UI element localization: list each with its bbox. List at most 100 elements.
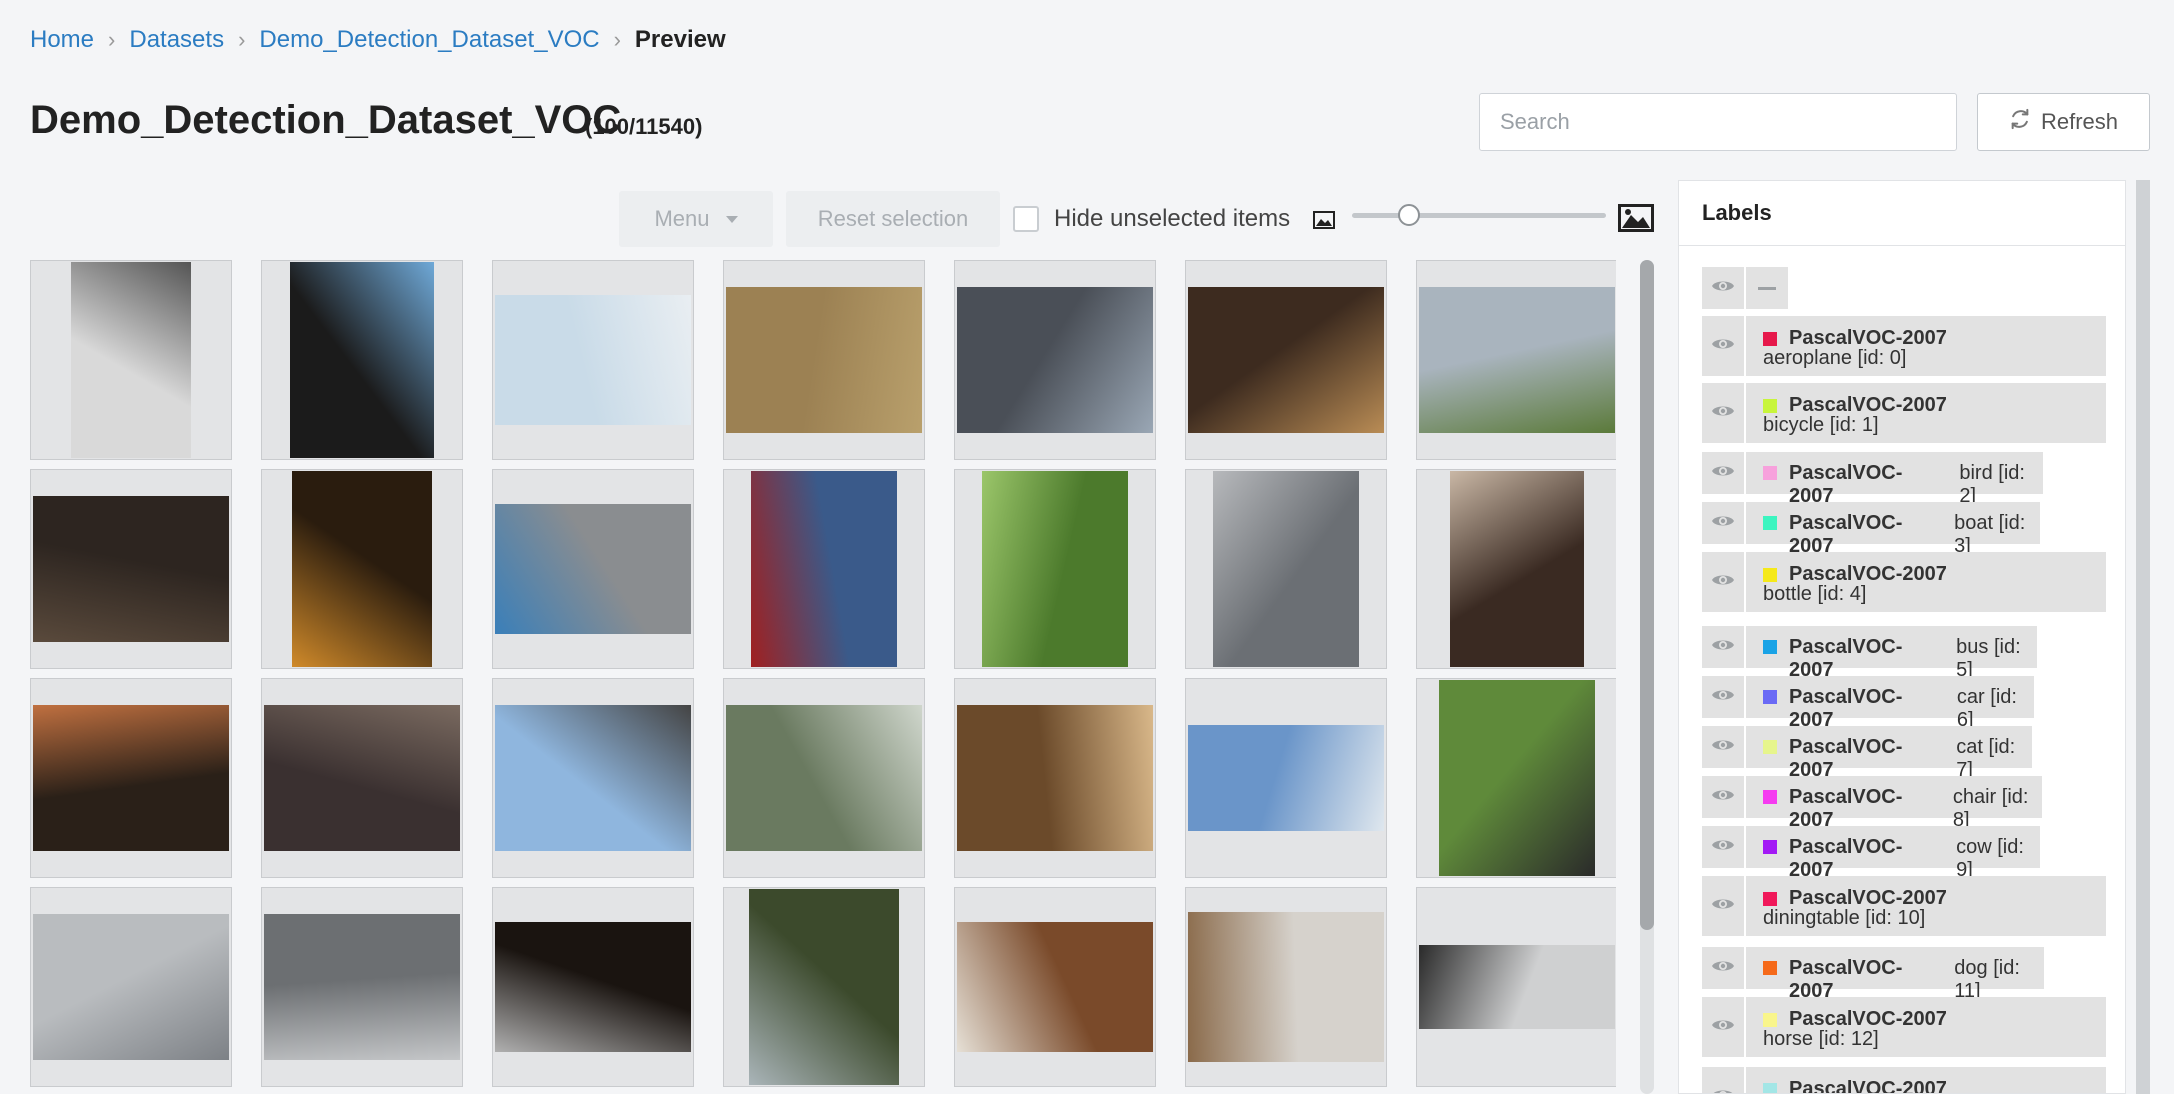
label-content[interactable]: PascalVOC-2007motorbike [id: 13] [1746,1067,2106,1094]
image-thumbnail[interactable] [261,678,463,878]
label-content[interactable]: PascalVOC-2007 cat [id: 7] [1746,726,2032,781]
label-visibility-toggle[interactable] [1702,997,1744,1057]
image-thumbnail[interactable] [723,678,925,878]
label-visibility-toggle[interactable] [1702,676,1744,718]
label-item[interactable]: PascalVOC-2007 aeroplane [id: 0] [1702,316,2106,376]
breadcrumb-datasets-link[interactable]: Datasets [129,26,224,54]
label-content[interactable]: PascalVOC-2007 aeroplane [id: 0] [1746,316,2106,376]
label-visibility-toggle[interactable] [1702,826,1744,868]
menu-button[interactable]: Menu [619,191,773,247]
label-visibility-toggle[interactable] [1702,316,1744,376]
image-thumbnail[interactable] [492,469,694,669]
breadcrumb-home-link[interactable]: Home [30,26,94,54]
search-input[interactable] [1479,93,1957,151]
label-item[interactable]: PascalVOC-2007 bottle [id: 4] [1702,552,2106,612]
grid-scrollbar[interactable] [1640,260,1654,1094]
image-thumbnail[interactable] [261,887,463,1087]
image-thumbnail[interactable] [1416,260,1616,460]
label-visibility-toggle[interactable] [1702,552,1744,612]
label-visibility-toggle[interactable] [1702,1067,1744,1093]
label-visibility-toggle[interactable] [1702,626,1744,668]
label-item[interactable]: PascalVOC-2007 dog [id: 11] [1702,947,2044,1002]
label-item[interactable]: PascalVOC-2007 bird [id: 2] [1702,452,2043,507]
refresh-button[interactable]: Refresh [1977,93,2150,151]
image-thumbnail[interactable] [954,678,1156,878]
label-color-swatch [1763,690,1777,704]
thumbnail-image [495,295,691,425]
thumbnail-size-slider[interactable] [1352,204,1606,226]
label-name: horse [id: 12] [1763,1028,1879,1050]
image-thumbnail[interactable] [1416,469,1616,669]
image-thumbnail[interactable] [723,887,925,1087]
image-thumbnail[interactable] [30,260,232,460]
thumbnail-image [1188,912,1384,1062]
image-thumbnail[interactable] [30,469,232,669]
label-content[interactable]: PascalVOC-2007 bird [id: 2] [1746,452,2043,507]
label-item[interactable]: PascalVOC-2007 bus [id: 5] [1702,626,2037,681]
slider-thumb[interactable] [1398,204,1421,226]
label-content[interactable]: PascalVOC-2007 dog [id: 11] [1746,947,2044,1002]
labels-scrollbar[interactable] [2136,180,2150,1094]
label-item[interactable]: PascalVOC-2007 bicycle [id: 1] [1702,383,2106,443]
label-content[interactable]: PascalVOC-2007 cow [id: 9] [1746,826,2040,881]
toggle-all-visibility[interactable] [1702,267,1744,309]
reset-selection-button[interactable]: Reset selection [786,191,1000,247]
image-thumbnail[interactable] [1416,678,1616,878]
image-thumbnail[interactable] [492,260,694,460]
label-color-swatch [1763,399,1777,413]
image-thumbnail[interactable] [1185,260,1387,460]
label-content[interactable]: PascalVOC-2007 boat [id: 3] [1746,502,2040,557]
label-content[interactable]: PascalVOC-2007 car [id: 6] [1746,676,2034,731]
thumbnail-image [1419,287,1615,433]
image-thumbnail[interactable] [30,678,232,878]
image-thumbnail[interactable] [954,260,1156,460]
label-item[interactable]: PascalVOC-2007 horse [id: 12] [1702,997,2106,1057]
label-visibility-toggle[interactable] [1702,776,1744,818]
label-visibility-toggle[interactable] [1702,876,1744,936]
image-thumbnail[interactable] [1185,678,1387,878]
image-thumbnail[interactable] [954,887,1156,1087]
label-content[interactable]: PascalVOC-2007 bicycle [id: 1] [1746,383,2106,443]
label-item[interactable]: PascalVOC-2007 boat [id: 3] [1702,502,2040,557]
label-color-swatch [1763,516,1777,530]
label-item[interactable]: PascalVOC-2007 car [id: 6] [1702,676,2034,731]
label-item[interactable]: PascalVOC-2007 cat [id: 7] [1702,726,2032,781]
label-item[interactable]: PascalVOC-2007 chair [id: 8] [1702,776,2042,831]
image-thumbnail[interactable] [30,887,232,1087]
label-content[interactable]: PascalVOC-2007 horse [id: 12] [1746,997,2106,1057]
image-thumbnail[interactable] [261,469,463,669]
label-visibility-toggle[interactable] [1702,383,1744,443]
breadcrumb-dataset-link[interactable]: Demo_Detection_Dataset_VOC [259,26,599,54]
image-thumbnail[interactable] [492,678,694,878]
label-content[interactable]: PascalVOC-2007 bottle [id: 4] [1746,552,2106,612]
label-visibility-toggle[interactable] [1702,726,1744,768]
hide-unselected-label: Hide unselected items [1054,205,1291,232]
label-item[interactable]: PascalVOC-2007motorbike [id: 13] [1702,1067,2106,1094]
label-visibility-toggle[interactable] [1702,947,1744,989]
label-dataset: PascalVOC-2007 [1789,563,1947,585]
label-visibility-toggle[interactable] [1702,452,1744,494]
label-content[interactable]: PascalVOC-2007 diningtable [id: 10] [1746,876,2106,936]
label-visibility-toggle[interactable] [1702,502,1744,544]
image-thumbnail[interactable] [954,469,1156,669]
label-item[interactable]: PascalVOC-2007 cow [id: 9] [1702,826,2040,881]
collapse-all-button[interactable] [1746,267,1788,309]
image-thumbnail[interactable] [261,260,463,460]
image-thumbnail[interactable] [1416,887,1616,1087]
label-content[interactable]: PascalVOC-2007 chair [id: 8] [1746,776,2042,831]
image-thumbnail[interactable] [723,469,925,669]
image-thumbnail[interactable] [723,260,925,460]
image-thumbnail[interactable] [492,887,694,1087]
label-item[interactable]: PascalVOC-2007 diningtable [id: 10] [1702,876,2106,936]
breadcrumb: Home › Datasets › Demo_Detection_Dataset… [30,26,726,54]
image-thumbnail[interactable] [1185,469,1387,669]
thumbnail-image [957,705,1153,851]
thumbnail-image [1450,471,1584,667]
hide-unselected-checkbox[interactable] [1013,206,1039,232]
grid-scrollbar-thumb[interactable] [1640,260,1654,930]
label-dataset: PascalVOC-2007 [1789,1078,1947,1094]
label-content[interactable]: PascalVOC-2007 bus [id: 5] [1746,626,2037,681]
thumbnail-image [33,914,229,1060]
image-thumbnail[interactable] [1185,887,1387,1087]
labels-toggle-all [1702,267,1788,309]
